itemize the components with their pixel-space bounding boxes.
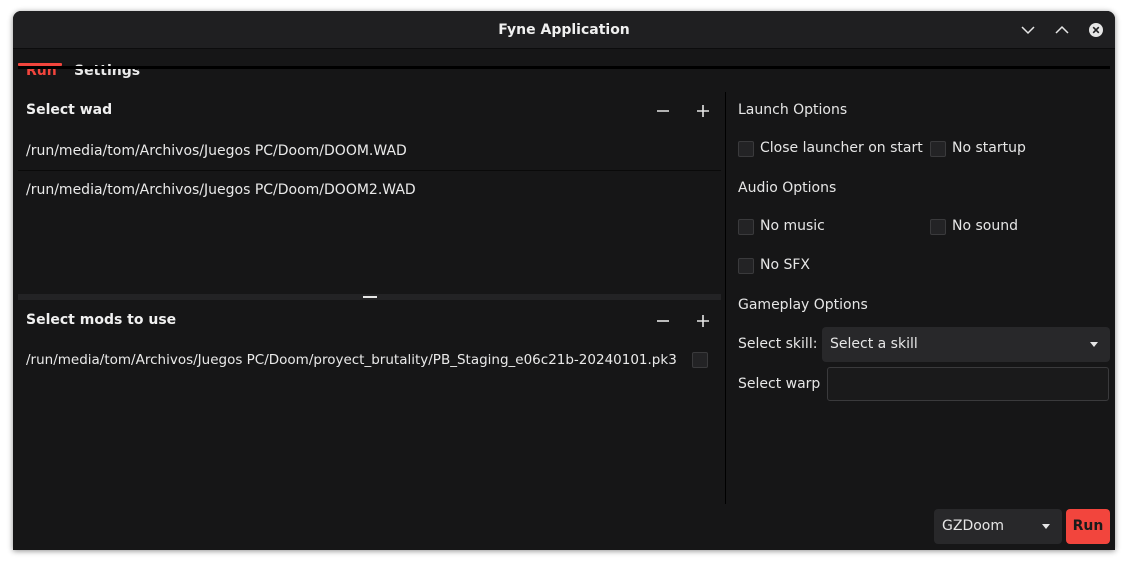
split-handle[interactable]: [363, 296, 377, 298]
close-launcher-checkbox[interactable]: [738, 141, 754, 157]
close-launcher-label: Close launcher on start: [760, 140, 923, 156]
window-title: Fyne Application: [498, 22, 630, 38]
add-mod-icon[interactable]: [692, 310, 714, 332]
skill-label: Select skill:: [738, 336, 818, 352]
pane-separator: [725, 92, 726, 504]
options-pane: Launch Options Close launcher on start N…: [730, 92, 1115, 422]
no-music-label: No music: [760, 218, 825, 234]
no-sound-option[interactable]: No sound: [930, 217, 1030, 237]
warp-input[interactable]: [827, 367, 1109, 401]
no-startup-option[interactable]: No startup: [930, 139, 1030, 159]
no-startup-label: No startup: [952, 140, 1026, 156]
mod-enable-checkbox[interactable]: [692, 352, 708, 368]
remove-wad-icon[interactable]: [652, 100, 674, 122]
app-window: Fyne Application Run Settings Select wad…: [13, 11, 1115, 550]
warp-label: Select warp: [738, 376, 821, 392]
skill-select[interactable]: Select a skill: [822, 327, 1110, 362]
title-bar: Fyne Application: [13, 11, 1115, 49]
close-launcher-option[interactable]: Close launcher on start: [738, 139, 923, 159]
add-wad-icon[interactable]: [692, 100, 714, 122]
chevron-down-icon: [1090, 342, 1098, 347]
wad-section-title: Select wad: [26, 102, 113, 118]
tab-divider: [18, 66, 1110, 69]
mod-list-item[interactable]: /run/media/tom/Archivos/Juegos PC/Doom/p…: [18, 341, 721, 379]
close-icon[interactable]: [1086, 20, 1106, 40]
engine-select[interactable]: GZDoom: [934, 509, 1062, 544]
no-startup-checkbox[interactable]: [930, 141, 946, 157]
no-sound-checkbox[interactable]: [930, 219, 946, 235]
no-sfx-label: No SFX: [760, 257, 811, 273]
chevron-down-icon: [1042, 524, 1050, 529]
no-music-checkbox[interactable]: [738, 219, 754, 235]
no-sfx-option[interactable]: No SFX: [738, 256, 838, 276]
gameplay-options-heading: Gameplay Options: [738, 297, 868, 313]
minimize-icon[interactable]: [1018, 20, 1038, 40]
engine-select-value: GZDoom: [942, 518, 1004, 534]
no-sound-label: No sound: [952, 218, 1018, 234]
run-button[interactable]: Run: [1066, 509, 1110, 544]
maximize-icon[interactable]: [1052, 20, 1072, 40]
mods-section-title: Select mods to use: [26, 312, 177, 328]
no-sfx-checkbox[interactable]: [738, 258, 754, 274]
skill-select-value: Select a skill: [830, 336, 918, 352]
footer-bar: GZDoom: [13, 504, 1115, 550]
wad-list-item[interactable]: /run/media/tom/Archivos/Juegos PC/Doom/D…: [18, 132, 721, 170]
wad-mods-pane: Select wad /run/media/tom/Archivos/Juego…: [18, 92, 721, 504]
wad-list-item[interactable]: /run/media/tom/Archivos/Juegos PC/Doom/D…: [18, 171, 721, 209]
no-music-option[interactable]: No music: [738, 217, 838, 237]
launch-options-heading: Launch Options: [738, 102, 848, 118]
remove-mod-icon[interactable]: [652, 310, 674, 332]
audio-options-heading: Audio Options: [738, 180, 837, 196]
